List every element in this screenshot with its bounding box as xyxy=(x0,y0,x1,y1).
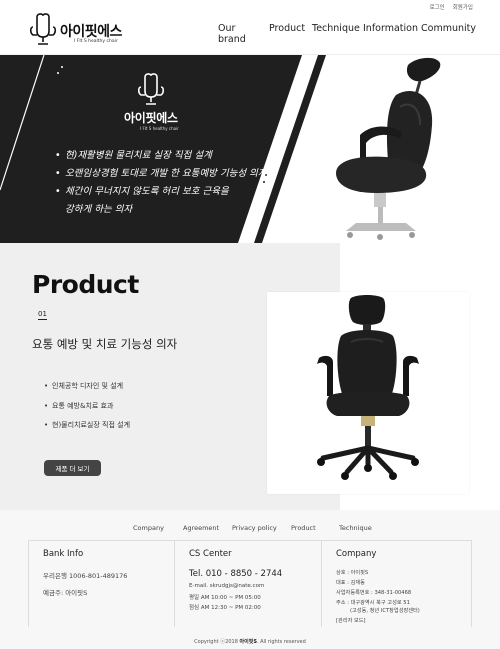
product-subtitle: 요통 예방 및 치료 기능성 의자 xyxy=(32,337,178,351)
footer-link-agreement[interactable]: Agreement xyxy=(183,524,219,532)
cs-phone: Tel. 010 - 8850 - 2744 xyxy=(189,569,283,579)
admin-mode-link[interactable]: [관리자 모드] xyxy=(336,617,366,624)
footer-link-product[interactable]: Product xyxy=(291,524,316,532)
cs-lunch-hours: 점심 AM 12:30 ~ PM 02:00 xyxy=(189,605,261,611)
footer: Company Agreement Privacy policy Product… xyxy=(0,510,500,649)
cs-center-title: CS Center xyxy=(189,549,232,559)
hero-feature: • 오랜임상경험 토대로 개발 한 요통예방 기능성 의자 xyxy=(55,168,267,179)
product-section: Product 01 요통 예방 및 치료 기능성 의자 • 인체공학 디자인 및… xyxy=(0,243,500,510)
company-biz-number: 사업자등록번호 : 348-31-00468 xyxy=(336,590,412,596)
company-title: Company xyxy=(336,549,377,559)
cs-email: E-mail. skrudgjs@nate.com xyxy=(189,583,265,589)
hero-subtitle: I FIt S healthy chair xyxy=(140,126,179,131)
company-address-detail: (고성동, 청년 ICT창업성장센터) xyxy=(350,608,420,614)
hero-brand: 아이핏에스 xyxy=(124,111,178,125)
product-image-card[interactable] xyxy=(267,292,469,494)
copyright: Copyright ⓒ2018 아이핏S. All rights reserve… xyxy=(194,639,306,645)
nav-our-brand[interactable]: Our brand xyxy=(218,23,246,45)
hero-feature: • 현)재활병원 물리치료 실장 직접 설계 xyxy=(55,150,212,161)
chair-logo-icon xyxy=(29,13,57,45)
copyright-brand: 아이핏S xyxy=(239,639,257,645)
nav-product[interactable]: Product xyxy=(269,23,305,34)
product-feature: • 요통 예방&치료 효과 xyxy=(44,401,114,410)
product-feature: • 현)물리치료실장 직접 설계 xyxy=(44,421,131,429)
cs-center: CS Center Tel. 010 - 8850 - 2744 E-mail.… xyxy=(174,541,322,627)
hero-feature-list: • 현)재활병원 물리치료 실장 직접 설계 • 오랜임상경험 토대로 개발 한 요… xyxy=(55,147,267,219)
logo-brand: 아이핏에스 xyxy=(60,24,122,40)
page: 로그인 회원가입 아이핏에스 I FIt S healthy chair Our… xyxy=(0,0,500,649)
nav-technique[interactable]: Technique xyxy=(312,23,360,34)
logo-subtitle: I FIt S healthy chair xyxy=(74,39,118,44)
company-name: 상호 : 아이핏S xyxy=(336,570,369,576)
product-feature-list: • 인체공학 디자인 및 설계 • 요통 예방&치료 효과 • 현)물리치료실장 직접… xyxy=(44,377,130,436)
bank-holder: 예금주: 아이핏S xyxy=(43,589,88,597)
footer-link-technique[interactable]: Technique xyxy=(339,524,372,532)
product-number: 01 xyxy=(38,310,47,320)
office-chair-image xyxy=(336,57,441,240)
signup-link[interactable]: 회원가입 xyxy=(453,3,473,11)
product-title: Product xyxy=(32,270,139,299)
company-info: Company 상호 : 아이핏S 대표 : 김재동 사업자등록번호 : 348… xyxy=(322,541,472,627)
hero-banner: 아이핏에스 I FIt S healthy chair • 현)재활병원 물리치료… xyxy=(0,55,500,243)
nav-community[interactable]: Community xyxy=(421,23,476,34)
office-chair-image xyxy=(317,295,419,480)
more-products-button[interactable]: 제품 더 보기 xyxy=(44,460,101,476)
footer-link-company[interactable]: Company xyxy=(133,524,164,532)
bank-account: 우리은행 1006-801-489176 xyxy=(43,572,128,580)
hero-feature: • 체간이 무너지지 않도록 허리 보호 근육을 xyxy=(55,186,229,197)
bank-info-title: Bank Info xyxy=(43,549,84,559)
utility-links: 로그인 회원가입 xyxy=(430,3,473,11)
login-link[interactable]: 로그인 xyxy=(430,3,445,11)
cs-weekday-hours: 평일 AM 10:00 ~ PM 05:00 xyxy=(189,595,261,601)
hero-feature: 강하게 하는 의자 xyxy=(65,204,133,215)
company-address: 주소 : 대구광역시 북구 고성로 51 xyxy=(336,600,410,606)
bank-info: Bank Info 우리은행 1006-801-489176 예금주: 아이핏S xyxy=(28,541,174,627)
nav-information[interactable]: Information xyxy=(363,23,418,34)
hero-logo: 아이핏에스 I FIt S healthy chair xyxy=(120,73,190,135)
site-logo[interactable]: 아이핏에스 I FIt S healthy chair xyxy=(28,13,138,49)
product-feature: • 인체공학 디자인 및 설계 xyxy=(44,382,124,390)
company-ceo: 대표 : 김재동 xyxy=(336,580,365,586)
chair-logo-icon xyxy=(137,73,165,105)
footer-link-privacy[interactable]: Privacy policy xyxy=(232,524,277,532)
